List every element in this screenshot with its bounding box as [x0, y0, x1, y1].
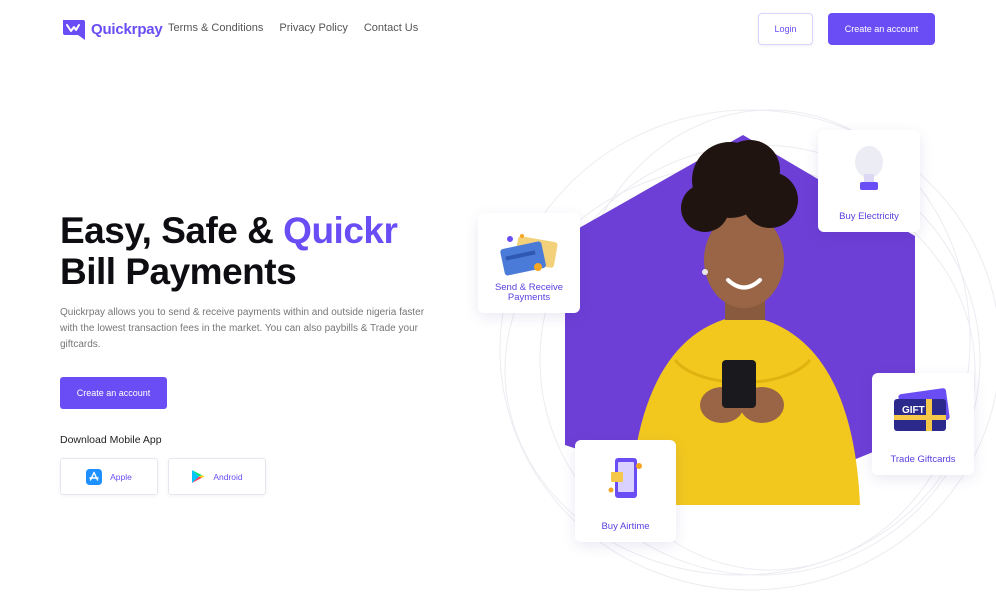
gift-tag-text: GIFT [902, 405, 925, 416]
hero-description: Quickrpay allows you to send & receive p… [60, 307, 425, 350]
top-nav: Quickrpay Terms & Conditions Privacy Pol… [0, 0, 996, 60]
send-receive-line2: Payments [507, 292, 551, 303]
hero-title-line2: Bill Payments [60, 251, 297, 292]
phone-airtime-icon [608, 458, 642, 498]
credit-card-icon [500, 234, 558, 276]
android-store-label: Android [213, 471, 243, 482]
hero-illustration: Send & Receive Payments Buy Electricity … [460, 60, 996, 614]
feature-card-send-receive[interactable]: Send & Receive Payments [478, 213, 580, 313]
brand-logo[interactable]: Quickrpay [60, 16, 163, 42]
create-account-nav-button[interactable]: Create an account [828, 13, 935, 45]
apple-store-button[interactable]: Apple [60, 458, 158, 495]
airtime-label: Buy Airtime [601, 521, 650, 532]
feature-card-electricity[interactable]: Buy Electricity [818, 130, 920, 232]
hero-title: Easy, Safe & Quickr Bill Payments [60, 210, 398, 292]
login-button[interactable]: Login [758, 13, 813, 45]
nav-link-contact[interactable]: Contact Us [364, 22, 418, 34]
lightbulb-icon [855, 146, 883, 190]
hero-title-accent: Quickr [283, 210, 398, 251]
create-account-hero-button[interactable]: Create an account [60, 377, 167, 409]
nav-links: Terms & Conditions Privacy Policy Contac… [168, 22, 418, 34]
send-receive-label: Send & Receive Payments [495, 283, 563, 303]
apple-store-label: Apple [110, 471, 132, 482]
nav-link-terms[interactable]: Terms & Conditions [168, 22, 263, 34]
feature-card-airtime[interactable]: Buy Airtime [575, 440, 676, 542]
app-store-icon [86, 468, 103, 485]
android-store-button[interactable]: Android [168, 458, 266, 495]
gift-card-icon: GIFT [894, 388, 950, 431]
hero-title-part1: Easy, Safe & [60, 210, 284, 251]
brand-name: Quickrpay [91, 20, 163, 38]
giftcards-label: Trade Giftcards [890, 454, 956, 465]
download-app-label: Download Mobile App [60, 434, 162, 446]
nav-link-privacy[interactable]: Privacy Policy [279, 22, 347, 34]
feature-card-giftcards[interactable]: GIFT Trade Giftcards [872, 373, 974, 475]
quickrpay-logo-icon [63, 20, 85, 40]
electricity-label: Buy Electricity [839, 211, 899, 222]
google-play-icon [192, 470, 205, 483]
